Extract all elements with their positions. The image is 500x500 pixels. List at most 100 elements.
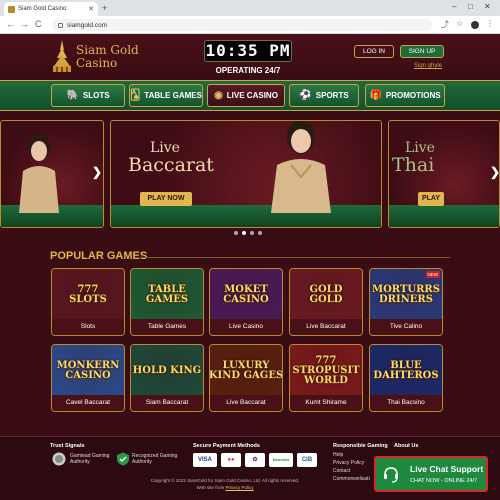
game-card[interactable]: BLUE DAHTEROS Thai Bacsino (369, 344, 443, 412)
carousel-next-arrow-icon[interactable]: ❯ (92, 165, 102, 179)
game-label: Live Casino (210, 319, 282, 335)
person-icon: ◉ (214, 90, 223, 101)
carousel-next-arrow-icon[interactable]: ❯ (490, 165, 500, 179)
shield-check-icon (117, 452, 129, 466)
minimize-button[interactable]: – (452, 2, 456, 11)
game-card[interactable]: 777 SLOTS Slots (51, 268, 125, 336)
nav-live-casino[interactable]: ◉ LIVE CASINO (207, 84, 285, 107)
game-label: Kumt Shirame (290, 395, 362, 411)
trust-title: Trust Signals (50, 443, 85, 449)
payment-logo-4: Ncucisis (269, 453, 293, 467)
popular-games-title: POPULAR GAMES (50, 250, 148, 262)
browser-toolbar: ← → C siamgold.com ⤴ ☆ ⋮ (0, 16, 500, 34)
browser-menu-icon[interactable]: ⋮ (486, 19, 494, 28)
game-card[interactable]: MONKERN CASINO Cavel Baccarat (51, 344, 125, 412)
brand-logo[interactable]: Siam Gold Casino (76, 44, 139, 70)
chat-title: Live Chat Support (410, 464, 484, 474)
privacy-line: Web site from Privacy Policy (100, 485, 350, 490)
tab-title: Siam Gold Casino (18, 6, 67, 12)
live-chat-widget[interactable]: Live Chat Support CHAT NOW - ONLINE 24/7 (374, 456, 488, 492)
footer-link-help[interactable]: Help (333, 452, 343, 458)
visa-logo: VISA (193, 453, 217, 467)
privacy-prefix: Web site from (196, 485, 226, 490)
operating-hours: OPERATING 24/7 (215, 66, 281, 75)
trust-authority-1: Gamtead Gaming Authority (70, 453, 110, 465)
game-label: Table Games (131, 319, 203, 335)
nav-sports[interactable]: ⚽ SPORTS (289, 84, 359, 107)
game-label: Thai Bacsino (370, 395, 442, 411)
carousel-dot[interactable] (234, 231, 238, 235)
new-tab-button[interactable]: + (102, 3, 107, 13)
footer-link-privacy[interactable]: Privacy Policy (333, 460, 364, 466)
game-art: GOLD GOLD (290, 269, 362, 321)
game-art: MONKERN CASINO (52, 345, 124, 397)
bookmark-star-icon[interactable]: ☆ (456, 19, 463, 28)
window-close-button[interactable]: ✕ (484, 2, 491, 11)
digital-clock: 10:35 PM (204, 40, 292, 62)
payment-title: Secure Payment Methods (193, 443, 260, 449)
trust-authority-2: Recognized Gaming Authority (132, 453, 178, 465)
favicon-icon (8, 5, 15, 13)
back-button[interactable]: ← (6, 19, 15, 29)
game-card[interactable]: MOKET CASINO Live Casino (209, 268, 283, 336)
profile-avatar[interactable] (471, 21, 479, 29)
payment-logo-5: CIB (297, 453, 317, 467)
gift-icon: 🎁 (369, 90, 382, 101)
signup-button[interactable]: SIGN UP (400, 45, 444, 58)
game-card[interactable]: LUXURY KIND GAGES Live Baccarat (209, 344, 283, 412)
privacy-policy-link[interactable]: Privacy Policy (225, 485, 253, 490)
forward-button[interactable]: → (20, 19, 29, 29)
maximize-button[interactable]: □ (468, 2, 473, 11)
cards-icon: 🂡 (130, 90, 141, 101)
address-bar[interactable]: siamgold.com (52, 19, 432, 31)
game-art: LUXURY KIND GAGES (210, 345, 282, 397)
game-card[interactable]: TABLE GAMES Table Games (130, 268, 204, 336)
footer-link-contact[interactable]: Contact (333, 468, 350, 474)
dealer-image (271, 121, 331, 213)
sign-in-options-link[interactable]: Sign ghyle (414, 63, 442, 69)
game-card[interactable]: HOLD KING Siam Baccarat (130, 344, 204, 412)
about-title[interactable]: About Us (394, 443, 418, 449)
tab-close-icon[interactable]: ✕ (88, 5, 94, 13)
browser-tab-strip: Siam Gold Casino ✕ + – □ ✕ (0, 0, 500, 16)
game-art: BLUE DAHTEROS (370, 345, 442, 397)
mastercard-logo: ●● (221, 453, 241, 467)
slide-title-line2: Baccarat (128, 154, 214, 176)
nav-promotions[interactable]: 🎁 PROMOTIONS (365, 84, 445, 107)
lock-icon (58, 22, 63, 28)
game-art: 777 SLOTS (52, 269, 124, 321)
game-card[interactable]: GOLD GOLD Live Baccarat (289, 268, 363, 336)
game-label: Cavel Baccarat (52, 395, 124, 411)
reload-button[interactable]: C (35, 19, 42, 29)
nav-label: SPORTS (315, 91, 349, 100)
dealer-image (19, 134, 59, 213)
carousel-dot[interactable] (242, 231, 246, 235)
game-label: Live Baccarat (290, 319, 362, 335)
elephant-icon: 🐘 (66, 90, 79, 101)
seal-icon (52, 452, 66, 466)
nav-table-games[interactable]: 🂡 TABLE GAMES (129, 84, 203, 107)
section-divider (140, 257, 450, 258)
play-now-button[interactable]: PLAY NOW (140, 192, 192, 206)
nav-slots[interactable]: 🐘 SLOTS (51, 84, 125, 107)
carousel-slide-prev[interactable] (0, 120, 104, 228)
carousel-dot[interactable] (258, 231, 262, 235)
game-card[interactable]: 777 STROPUSIT WORLD Kumt Shirame (289, 344, 363, 412)
headset-icon (384, 467, 398, 483)
carousel-dots (234, 231, 262, 235)
game-label: Tive Calino (370, 319, 442, 335)
game-label: Live Baccarat (210, 395, 282, 411)
carousel-dot[interactable] (250, 231, 254, 235)
share-icon[interactable]: ⤴ (441, 19, 449, 30)
login-button[interactable]: LOG IN (354, 45, 394, 58)
browser-tab[interactable]: Siam Gold Casino ✕ (4, 2, 98, 16)
game-card[interactable]: MORTURRS DRINERS NEW Tive Calino (369, 268, 443, 336)
temple-logo-icon[interactable] (52, 40, 72, 74)
nav-label: PROMOTIONS (385, 91, 441, 100)
url-text: siamgold.com (67, 21, 108, 29)
next-play-button[interactable]: PLAY (418, 192, 444, 206)
ball-icon: ⚽ (299, 90, 312, 101)
game-art: 777 STROPUSIT WORLD (290, 345, 362, 397)
game-art: HOLD KING (131, 345, 203, 397)
brand-name-line2: Casino (76, 56, 118, 70)
